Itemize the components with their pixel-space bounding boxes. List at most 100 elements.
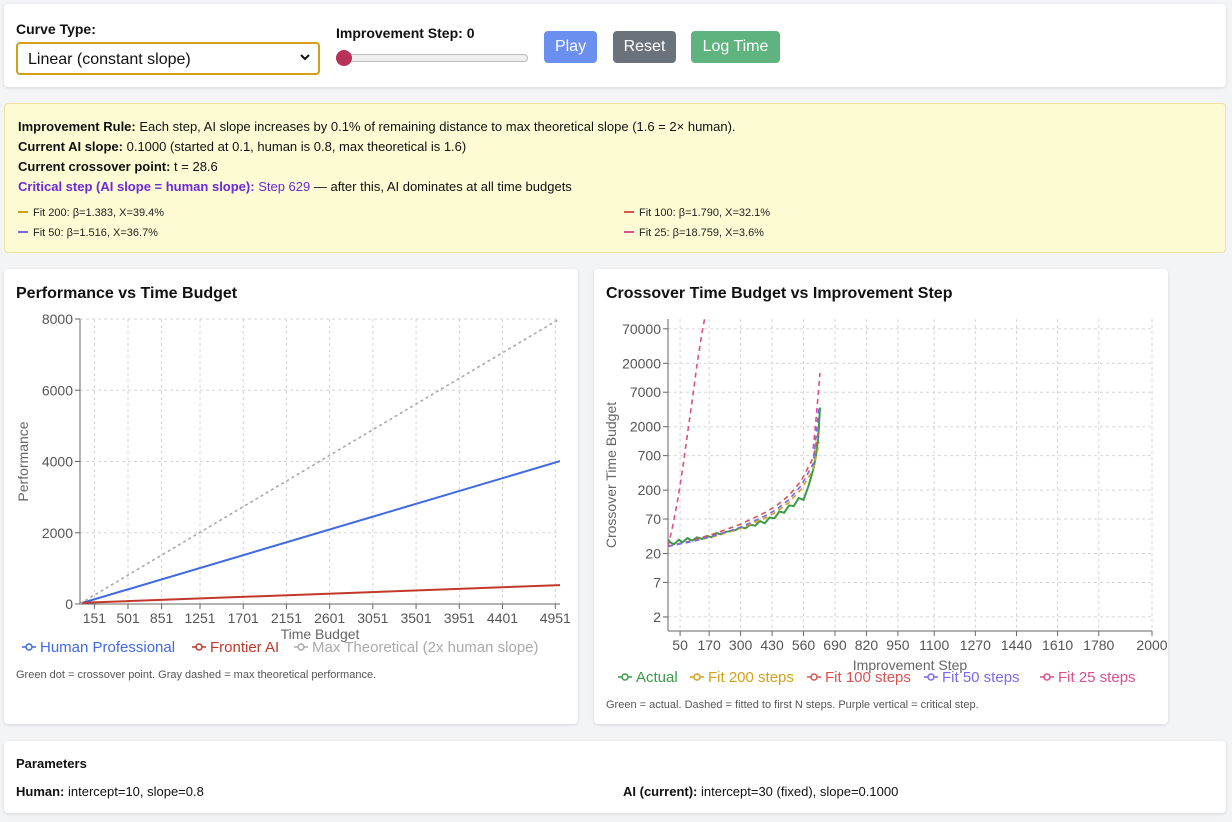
- y-tick-label: 20: [645, 546, 661, 562]
- x-tick-label: 560: [792, 637, 816, 653]
- crossover-chart-caption: Green = actual. Dashed = fitted to first…: [606, 699, 979, 711]
- ai-params-value: intercept=30 (fixed), slope=0.1000: [697, 784, 899, 799]
- crossover-line: Current crossover point: t = 28.6: [18, 159, 218, 174]
- x-tick-label: 151: [83, 610, 107, 626]
- x-tick-label: 1270: [960, 637, 991, 653]
- x-tick-label: 4951: [540, 610, 571, 626]
- rule-label: Improvement Rule:: [18, 119, 136, 134]
- fit-25-swatch: [624, 231, 634, 234]
- x-tick-label: 2000: [1136, 637, 1167, 653]
- x-tick-label: 4401: [487, 610, 518, 626]
- y-tick-label: 200: [638, 482, 662, 498]
- parameters-title: Parameters: [16, 756, 87, 771]
- x-tick-label: 3051: [357, 610, 388, 626]
- series-line-fit-25-steps: [668, 319, 706, 547]
- y-tick-label: 6000: [42, 382, 73, 398]
- legend-marker-fit-100-steps: [810, 673, 818, 681]
- y-tick-label: 7: [653, 574, 661, 590]
- legend-label-fit-50-steps: Fit 50 steps: [942, 669, 1020, 686]
- x-tick-label: 300: [729, 637, 753, 653]
- crossover-chart-panel: Crossover Time Budget vs Improvement Ste…: [594, 269, 1168, 724]
- x-tick-label: 3501: [400, 610, 431, 626]
- legend-marker-fit-25-steps: [1043, 673, 1051, 681]
- fit-25-entry: Fit 25: β=18.759, X=3.6%: [624, 227, 764, 239]
- chevron-down-icon: [300, 54, 310, 61]
- x-tick-label: 851: [150, 610, 174, 626]
- crossover-chart: 50 170 300 430 560 690 820 950 1100 1270 1440 1610 1…: [603, 319, 1168, 686]
- y-tick-label: 2000: [42, 525, 73, 541]
- y-axis-title: Performance: [15, 421, 31, 501]
- legend-marker-human-professional: [25, 643, 33, 651]
- fit-200-label: Fit 200: β=1.383, X=39.4%: [33, 207, 165, 219]
- legend-label-fit-200-steps: Fit 200 steps: [708, 669, 794, 686]
- x-tick-label: 170: [697, 637, 721, 653]
- legend-label-frontier-ai: Frontier AI: [210, 639, 279, 656]
- x-tick-label: 690: [823, 637, 847, 653]
- y-tick-label: 0: [65, 596, 73, 612]
- y-tick-label: 70000: [622, 321, 661, 337]
- y-tick-label: 2: [653, 609, 661, 625]
- series-line-fit-200-steps: [668, 441, 821, 548]
- info-box: Improvement Rule: Each step, AI slope in…: [4, 103, 1226, 253]
- fit-100-entry: Fit 100: β=1.790, X=32.1%: [624, 207, 770, 219]
- critical-text: — after this, AI dominates at all time b…: [310, 179, 572, 194]
- x-tick-label: 1780: [1083, 637, 1114, 653]
- ai-params: AI (current): intercept=30 (fixed), slop…: [623, 784, 898, 799]
- legend-marker-frontier-ai: [195, 643, 203, 651]
- y-axis-title: Crossover Time Budget: [603, 402, 619, 548]
- human-params: Human: intercept=10, slope=0.8: [16, 784, 204, 799]
- fit-50-entry: Fit 50: β=1.516, X=36.7%: [18, 227, 158, 239]
- x-tick-label: 1100: [919, 637, 949, 653]
- x-tick-label: 2151: [271, 610, 302, 626]
- legend-label-human-professional: Human Professional: [40, 639, 175, 656]
- x-tick-label: 1701: [228, 610, 259, 626]
- x-tick-label: 3951: [444, 610, 475, 626]
- legend-marker-fit-50-steps: [927, 673, 935, 681]
- series-line-actual: [668, 407, 821, 546]
- controls-card: Curve Type: Linear (constant slope) Impr…: [4, 4, 1226, 87]
- log-time-button[interactable]: Log Time: [691, 31, 780, 63]
- rule-text: Each step, AI slope increases by 0.1% of…: [135, 119, 736, 134]
- curve-type-value: Linear (constant slope): [28, 51, 191, 68]
- series-group: [668, 319, 821, 548]
- improvement-rule-line: Improvement Rule: Each step, AI slope in…: [18, 119, 736, 134]
- fit-200-swatch: [18, 211, 28, 214]
- critical-step-value: Step 629: [254, 179, 311, 194]
- x-tick-label: 430: [760, 637, 784, 653]
- crossover-text: t = 28.6: [170, 159, 218, 174]
- x-tick-label: 501: [116, 610, 140, 626]
- legend-label-fit-25-steps: Fit 25 steps: [1058, 669, 1136, 686]
- reset-button[interactable]: Reset: [613, 31, 676, 63]
- performance-chart-caption: Green dot = crossover point. Gray dashed…: [16, 669, 377, 681]
- legend-marker-fit-200-steps: [693, 673, 701, 681]
- curve-type-select[interactable]: Linear (constant slope): [16, 42, 320, 75]
- critical-label: Critical step (AI slope = human slope):: [18, 179, 255, 194]
- x-tick-label: 2601: [314, 610, 345, 626]
- improvement-step-label: Improvement Step: 0: [336, 25, 475, 41]
- y-tick-label: 4000: [42, 454, 73, 470]
- performance-chart: 151 501 851 1251 1701 2151 2601 3051 3501 3951 440…: [15, 311, 571, 656]
- slider-thumb[interactable]: [336, 50, 352, 66]
- x-tick-label: 820: [855, 637, 879, 653]
- legend-marker-max-theoretical-2x-human-slope: [297, 643, 305, 651]
- fit-50-label: Fit 50: β=1.516, X=36.7%: [33, 227, 158, 239]
- curve-type-label: Curve Type:: [16, 21, 96, 37]
- crossover-chart-title: Crossover Time Budget vs Improvement Ste…: [606, 285, 953, 302]
- human-params-label: Human:: [16, 784, 65, 799]
- slope-label: Current AI slope:: [18, 139, 123, 154]
- legend-label-actual: Actual: [636, 669, 678, 686]
- legend-marker-actual: [621, 673, 629, 681]
- fit-100-label: Fit 100: β=1.790, X=32.1%: [639, 207, 771, 219]
- fit-25-label: Fit 25: β=18.759, X=3.6%: [639, 227, 764, 239]
- play-button[interactable]: Play: [544, 31, 597, 63]
- improvement-step-slider[interactable]: [336, 54, 528, 62]
- crossover-label: Current crossover point:: [18, 159, 171, 174]
- y-tick-label: 8000: [42, 311, 73, 327]
- parameters-card: Parameters Human: intercept=10, slope=0.…: [4, 741, 1226, 813]
- x-tick-label: 50: [672, 637, 688, 653]
- fit-50-swatch: [18, 231, 28, 234]
- y-tick-label: 700: [638, 448, 662, 464]
- x-tick-label: 950: [886, 637, 910, 653]
- series-line-fit-50-steps: [668, 404, 821, 548]
- series-line-frontier-ai: [80, 584, 560, 604]
